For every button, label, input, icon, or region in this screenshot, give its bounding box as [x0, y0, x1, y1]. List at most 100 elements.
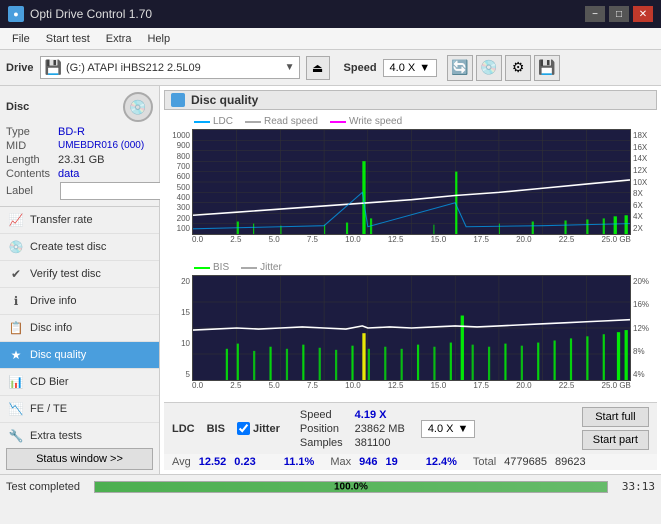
sidebar-item-disc-info[interactable]: 📋 Disc info	[0, 315, 159, 342]
chart1-y-labels-left: 1000 900 800 700 600 500 400 300 200 100	[164, 129, 192, 235]
x1-25gb: 25.0 GB	[602, 235, 631, 253]
chart-area: Disc quality LDC Read speed	[160, 86, 661, 474]
x1-75: 7.5	[307, 235, 318, 253]
sidebar-item-transfer-rate[interactable]: 📈 Transfer rate	[0, 207, 159, 234]
nav-label-fe-te: FE / TE	[30, 403, 67, 415]
y1-label-800: 800	[164, 152, 192, 161]
chart-title: Disc quality	[191, 93, 258, 107]
max-jitter: 12.4%	[426, 456, 457, 468]
position-stat-value: 23862 MB	[355, 423, 405, 435]
chart1-legend: LDC Read speed Write speed	[164, 114, 657, 129]
chart-title-icon	[171, 93, 185, 107]
x2-15: 15.0	[431, 381, 447, 399]
yr1-4x: 4X	[631, 212, 657, 221]
jitter-checkbox[interactable]	[237, 422, 250, 435]
menu-file[interactable]: File	[4, 31, 38, 47]
sidebar-item-fe-te[interactable]: 📉 FE / TE	[0, 396, 159, 423]
y1-label-300: 300	[164, 203, 192, 212]
max-label: Max	[330, 456, 351, 468]
chart2-x-labels: 0.0 2.5 5.0 7.5 10.0 12.5 15.0 17.5 20.0…	[192, 381, 631, 399]
app-icon: ●	[8, 6, 24, 22]
disc-info-icon: 📋	[8, 320, 24, 336]
speed-stat-label: Speed	[300, 409, 332, 421]
yr2-20pct: 20%	[631, 277, 657, 286]
jitter-header: Jitter	[253, 423, 280, 435]
sidebar-item-cd-bier[interactable]: 📊 CD Bier	[0, 369, 159, 396]
yr1-12x: 12X	[631, 166, 657, 175]
disc-mid-value: UMEBDR016 (000)	[58, 140, 144, 151]
drive-select-text: (G:) ATAPI iHBS212 2.5L09	[66, 62, 281, 74]
bis-legend-label: BIS	[213, 262, 229, 273]
sidebar-item-verify-test-disc[interactable]: ✔ Verify test disc	[0, 261, 159, 288]
total-bis: 89623	[555, 456, 586, 468]
yr2-12pct: 12%	[631, 324, 657, 333]
chart2-container: BIS Jitter 20 15 10 5	[164, 260, 657, 402]
y1-label-1000: 1000	[164, 131, 192, 140]
progress-text: 100.0%	[334, 481, 368, 492]
y2-20: 20	[164, 277, 192, 286]
y1-label-600: 600	[164, 172, 192, 181]
chart2-svg	[193, 276, 630, 380]
legend-read-speed: Read speed	[245, 116, 318, 127]
close-button[interactable]: ✕	[633, 6, 653, 22]
disc-section: Disc 💿 Type BD-R MID UMEBDR016 (000) Len…	[0, 86, 159, 207]
disc-button[interactable]: 💿	[476, 55, 502, 81]
bis-header: BIS	[207, 423, 225, 435]
start-full-button[interactable]: Start full	[582, 407, 649, 427]
y2-15: 15	[164, 308, 192, 317]
disc-type-field: Type BD-R	[6, 126, 153, 138]
main-content: Disc 💿 Type BD-R MID UMEBDR016 (000) Len…	[0, 86, 661, 474]
status-window-button[interactable]: Status window >>	[6, 448, 153, 470]
avg-jitter: 11.1%	[284, 456, 315, 468]
maximize-button[interactable]: □	[609, 6, 629, 22]
verify-test-disc-icon: ✔	[8, 266, 24, 282]
eject-button[interactable]: ⏏	[306, 56, 330, 80]
x1-15: 15.0	[431, 235, 447, 253]
speed-selector[interactable]: 4.0 X ▼	[383, 59, 438, 77]
y1-label-400: 400	[164, 193, 192, 202]
legend-write-speed: Write speed	[330, 116, 402, 127]
time-display: 33:13	[622, 480, 655, 493]
sidebar-item-extra-tests[interactable]: 🔧 Extra tests	[0, 423, 159, 444]
sidebar-item-disc-quality[interactable]: ★ Disc quality	[0, 342, 159, 369]
y1-label-700: 700	[164, 162, 192, 171]
drive-selector[interactable]: 💾 (G:) ATAPI iHBS212 2.5L09 ▼	[40, 56, 300, 79]
chart1-with-axes: 1000 900 800 700 600 500 400 300 200 100	[164, 129, 657, 253]
minimize-button[interactable]: −	[585, 6, 605, 22]
nav-label-cd-bier: CD Bier	[30, 376, 69, 388]
disc-contents-label: Contents	[6, 168, 56, 180]
avg-bis: 0.23	[234, 456, 255, 468]
disc-mid-label: MID	[6, 140, 56, 152]
speed-pos-stats: Speed Position Samples	[300, 409, 343, 449]
menu-start-test[interactable]: Start test	[38, 31, 98, 47]
sidebar-nav: 📈 Transfer rate 💿 Create test disc ✔ Ver…	[0, 207, 159, 444]
disc-icon: 💿	[123, 92, 153, 122]
menu-help[interactable]: Help	[139, 31, 178, 47]
disc-quality-icon: ★	[8, 347, 24, 363]
start-part-button[interactable]: Start part	[582, 430, 649, 450]
create-test-disc-icon: 💿	[8, 239, 24, 255]
title-bar-left: ● Opti Drive Control 1.70	[8, 6, 152, 22]
chart2-y-labels-right: 20% 16% 12% 8% 4%	[631, 275, 657, 381]
sidebar-item-drive-info[interactable]: ℹ Drive info	[0, 288, 159, 315]
chart2-plot-area	[192, 275, 631, 381]
x2-10: 10.0	[345, 381, 361, 399]
save-button[interactable]: 💾	[534, 55, 560, 81]
x2-225: 22.5	[559, 381, 575, 399]
max-bis: 19	[385, 456, 397, 468]
refresh-button[interactable]: 🔄	[447, 55, 473, 81]
yr1-10x: 10X	[631, 178, 657, 187]
yr1-2x: 2X	[631, 224, 657, 233]
x2-5: 5.0	[269, 381, 280, 399]
drive-info-icon: ℹ	[8, 293, 24, 309]
nav-label-transfer-rate: Transfer rate	[30, 214, 93, 226]
menu-extra[interactable]: Extra	[98, 31, 140, 47]
speed-dropdown[interactable]: 4.0 X ▼	[421, 420, 476, 438]
sidebar-item-create-test-disc[interactable]: 💿 Create test disc	[0, 234, 159, 261]
menu-bar: File Start test Extra Help	[0, 28, 661, 50]
transfer-rate-icon: 📈	[8, 212, 24, 228]
bis-legend-line	[194, 267, 210, 269]
settings-button[interactable]: ⚙	[505, 55, 531, 81]
nav-label-disc-quality: Disc quality	[30, 349, 86, 361]
disc-type-label: Type	[6, 126, 56, 138]
